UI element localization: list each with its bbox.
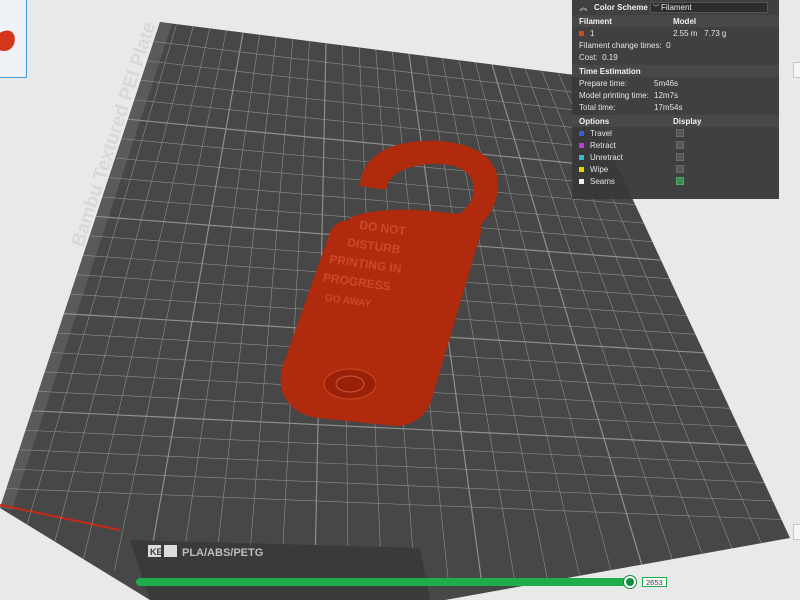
option-display-checkbox[interactable]	[676, 153, 684, 161]
filament-header: Filament	[579, 16, 612, 26]
display-label: Display	[673, 116, 702, 126]
change-times-value: 0	[666, 40, 671, 50]
option-row-wipe: Wipe	[572, 163, 779, 175]
prepare-time-row: Prepare time: 5m46s	[572, 77, 779, 89]
change-times-label: Filament change times:	[579, 40, 662, 50]
cost-label: Cost:	[579, 52, 598, 62]
option-display-checkbox[interactable]	[676, 129, 684, 137]
plate-tag-label: KE PLA/ABS/PETG	[148, 545, 263, 559]
filament-change-row: Filament change times: 0	[572, 39, 779, 51]
model-weight: 7.73 g	[704, 28, 727, 38]
color-scheme-value: Filament	[661, 3, 692, 12]
gcode-legend-panel: ︽ Color Scheme ﹀ Filament Filament Model…	[572, 0, 779, 199]
total-label: Total time:	[579, 102, 616, 112]
cost-value: 0.19	[602, 52, 618, 62]
plate-tag-text: PLA/ABS/PETG	[182, 547, 263, 559]
filament-row: 1 2.55 m 7.73 g	[572, 27, 779, 39]
model-header: Model	[673, 16, 697, 26]
option-swatch	[579, 130, 584, 136]
model-length: 2.55 m	[673, 28, 698, 38]
time-header: Time Estimation	[579, 66, 641, 76]
layer-slider-value: 2653	[642, 577, 667, 587]
color-scheme-header: ︽ Color Scheme ﹀ Filament	[572, 0, 779, 15]
cost-row: Cost: 0.19	[572, 51, 779, 63]
option-label: Wipe	[590, 164, 609, 174]
filament-model-header: Filament Model	[572, 15, 779, 27]
prepare-label: Prepare time:	[579, 78, 628, 88]
option-label: Seams	[590, 176, 615, 186]
option-swatch	[579, 178, 584, 184]
option-row-travel: Travel	[572, 127, 779, 139]
option-label: Travel	[590, 128, 612, 138]
collapse-icon[interactable]: ︽	[579, 3, 588, 12]
model-time-row: Model printing time: 12m7s	[572, 89, 779, 101]
model-usage: 2.55 m 7.73 g	[673, 29, 726, 38]
prepare-value: 5m46s	[654, 78, 679, 88]
hanger-logo	[323, 368, 377, 400]
time-estimation-header: Time Estimation	[572, 65, 779, 77]
options-header: Options Display	[572, 115, 779, 127]
option-label: Retract	[590, 140, 616, 150]
color-scheme-dropdown[interactable]: ﹀ Filament	[650, 2, 768, 13]
option-row-retract: Retract	[572, 139, 779, 151]
svg-text:KE: KE	[150, 547, 163, 557]
option-row-seams: Seams	[572, 175, 779, 187]
plate-thumbnail[interactable]	[0, 0, 27, 78]
option-swatch	[579, 154, 584, 160]
filament-index: 1	[590, 28, 595, 38]
layer-slider-thumb[interactable]	[624, 576, 636, 588]
total-value: 17m54s	[654, 102, 683, 112]
option-row-unretract: Unretract	[572, 151, 779, 163]
model-time-label: Model printing time:	[579, 90, 649, 100]
right-edge-button-top[interactable]	[793, 62, 800, 78]
options-label: Options	[579, 116, 610, 126]
right-edge-button-bottom[interactable]	[793, 524, 800, 540]
option-swatch	[579, 166, 584, 172]
option-label: Unretract	[590, 152, 623, 162]
total-time-row: Total time: 17m54s	[572, 101, 779, 113]
color-scheme-label: Color Scheme	[594, 3, 648, 12]
option-display-checkbox[interactable]	[676, 141, 684, 149]
options-list: Travel Retract Unretract Wipe Seams	[572, 127, 779, 187]
chevron-down-icon: ﹀	[652, 4, 660, 12]
model-time-value: 12m7s	[654, 90, 679, 100]
layer-slider-track[interactable]	[136, 578, 630, 586]
option-swatch	[579, 142, 584, 148]
option-display-checkbox[interactable]	[676, 177, 684, 185]
filament-swatch	[579, 30, 584, 36]
option-display-checkbox[interactable]	[676, 165, 684, 173]
